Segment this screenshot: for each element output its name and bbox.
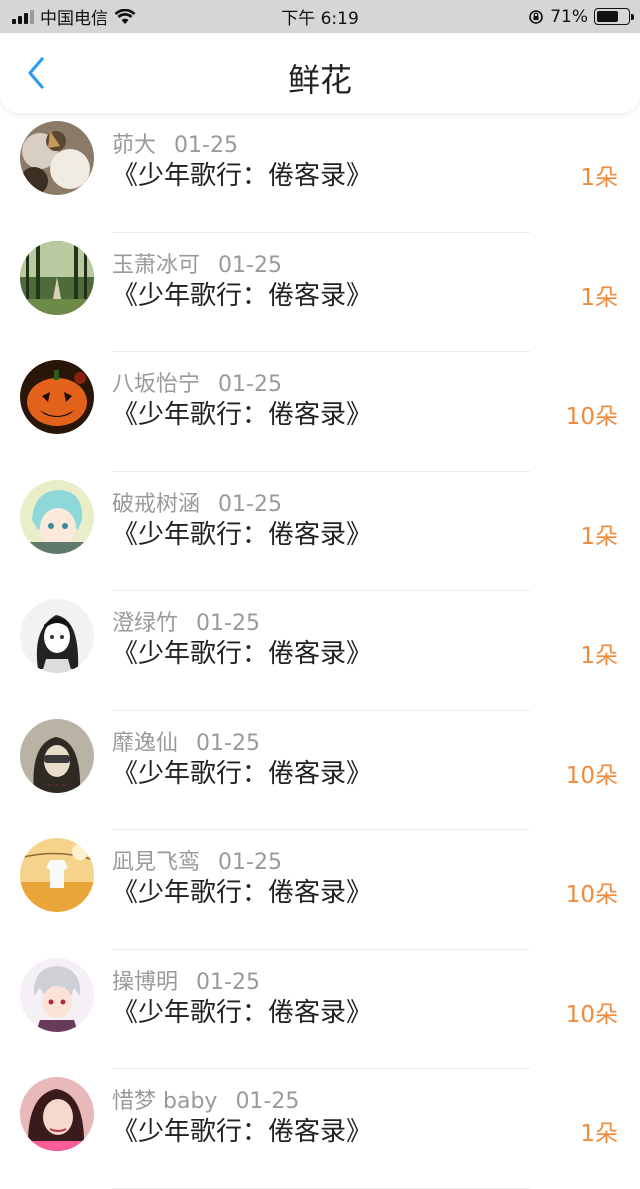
battery-percent: 71% bbox=[550, 6, 588, 27]
list-item[interactable]: 玉萧冰可 01-25 《少年歌行：倦客录》 1朵 bbox=[0, 233, 640, 352]
flower-count: 10朵 bbox=[565, 882, 618, 908]
flower-count: 1朵 bbox=[580, 1121, 618, 1147]
list-item[interactable]: 茆大 01-25 《少年歌行：倦客录》 1朵 bbox=[0, 113, 640, 233]
list-item[interactable]: 惜梦 baby 01-25 《少年歌行：倦客录》 1朵 bbox=[0, 1069, 640, 1189]
carrier-label: 中国电信 bbox=[40, 9, 108, 29]
flower-list: 茆大 01-25 《少年歌行：倦客录》 1朵 玉萧冰可 01-25 《少年歌行：倦客录》 1朵… bbox=[0, 113, 640, 1189]
svg-text:~ ~ ~: ~ ~ ~ bbox=[48, 782, 67, 789]
book-title: 《少年歌行：倦客录》 bbox=[112, 878, 373, 908]
navigation-bar: 鲜花 bbox=[0, 33, 640, 113]
book-title: 《少年歌行：倦客录》 bbox=[112, 997, 373, 1028]
flower-count: 1朵 bbox=[580, 523, 618, 550]
avatar[interactable] bbox=[20, 957, 94, 1032]
book-title: 《少年歌行：倦客录》 bbox=[112, 280, 373, 311]
avatar[interactable] bbox=[20, 1077, 94, 1151]
flower-count: 10朵 bbox=[565, 1001, 618, 1028]
book-title: 《少年歌行：倦客录》 bbox=[112, 639, 373, 669]
book-title: 《少年歌行：倦客录》 bbox=[112, 161, 373, 191]
status-bar: 中国电信 下午 6:19 71% bbox=[0, 0, 640, 33]
signal-icon bbox=[12, 9, 34, 24]
flower-count: 10朵 bbox=[565, 762, 618, 789]
avatar[interactable]: ~ ~ ~ bbox=[20, 718, 94, 793]
avatar[interactable] bbox=[20, 599, 94, 673]
list-item[interactable]: 八坂怡宁 01-25 《少年歌行：倦客录》 10朵 bbox=[0, 352, 640, 472]
wifi-icon bbox=[114, 8, 136, 24]
flower-count: 1朵 bbox=[580, 165, 618, 191]
book-title: 《少年歌行：倦客录》 bbox=[112, 519, 373, 550]
orientation-lock-icon bbox=[529, 9, 544, 24]
flower-count: 1朵 bbox=[580, 284, 618, 311]
list-item[interactable]: 破戒树涵 01-25 《少年歌行：倦客录》 1朵 bbox=[0, 472, 640, 591]
avatar[interactable] bbox=[20, 479, 94, 554]
list-item[interactable]: 澄绿竹 01-25 《少年歌行：倦客录》 1朵 bbox=[0, 591, 640, 711]
avatar[interactable] bbox=[20, 240, 94, 315]
avatar[interactable] bbox=[20, 360, 94, 434]
divider bbox=[112, 1187, 530, 1189]
list-item[interactable]: ~ ~ ~ 靡逸仙 01-25 《少年歌行：倦客录》 10朵 bbox=[0, 711, 640, 830]
flower-count: 1朵 bbox=[580, 643, 618, 669]
book-title: 《少年歌行：倦客录》 bbox=[112, 400, 373, 430]
avatar[interactable] bbox=[20, 838, 94, 912]
page-title: 鲜花 bbox=[287, 61, 352, 99]
flower-count: 10朵 bbox=[565, 404, 618, 430]
list-item[interactable]: 操博明 01-25 《少年歌行：倦客录》 10朵 bbox=[0, 950, 640, 1069]
avatar[interactable] bbox=[20, 121, 94, 195]
list-item[interactable]: 凪見飞鸾 01-25 《少年歌行：倦客录》 10朵 bbox=[0, 830, 640, 950]
book-title: 《少年歌行：倦客录》 bbox=[112, 758, 373, 789]
battery-icon bbox=[594, 8, 634, 25]
book-title: 《少年歌行：倦客录》 bbox=[112, 1117, 373, 1147]
